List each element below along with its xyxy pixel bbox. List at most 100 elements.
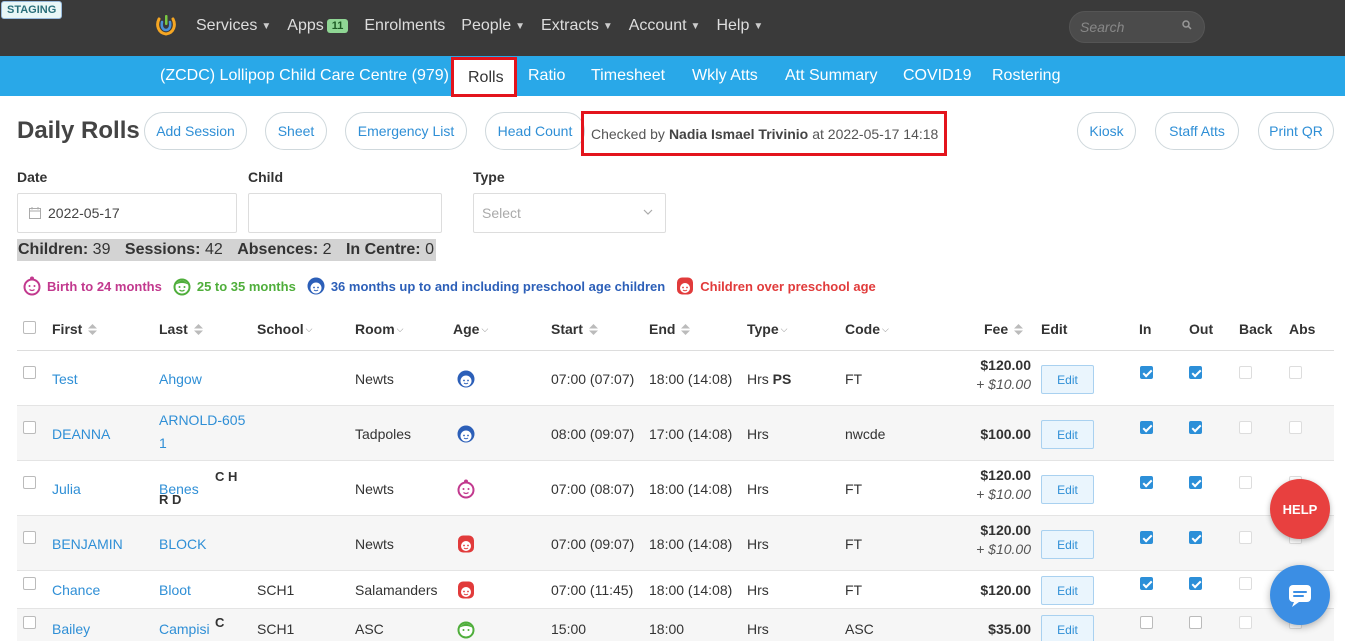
menu-help[interactable]: Help ▼: [716, 17, 763, 35]
row-select-checkbox[interactable]: [23, 531, 36, 544]
col-end[interactable]: End: [649, 321, 691, 337]
child-first-name[interactable]: Julia: [52, 481, 81, 497]
row-select-checkbox[interactable]: [23, 577, 36, 590]
tab-timesheet[interactable]: Timesheet: [591, 67, 665, 85]
in-checkbox[interactable]: [1140, 616, 1153, 629]
in-checkbox[interactable]: [1140, 476, 1153, 489]
out-checkbox[interactable]: [1189, 366, 1202, 379]
child-last-name-cont[interactable]: 1: [159, 435, 167, 451]
child-first-name[interactable]: DEANNA: [52, 426, 110, 442]
tab-ratio[interactable]: Ratio: [528, 67, 565, 85]
kiosk-button[interactable]: Kiosk: [1077, 112, 1136, 150]
out-checkbox[interactable]: [1189, 476, 1202, 489]
row-select-checkbox[interactable]: [23, 421, 36, 434]
child-first-name[interactable]: Test: [52, 371, 78, 387]
emergency-list-button[interactable]: Emergency List: [345, 112, 467, 150]
app-logo-icon[interactable]: [155, 13, 177, 37]
edit-session-button[interactable]: Edit: [1041, 420, 1094, 449]
out-checkbox[interactable]: [1189, 421, 1202, 434]
row-select-checkbox[interactable]: [23, 616, 36, 629]
edit-session-button[interactable]: Edit: [1041, 475, 1094, 504]
table-row: DEANNA ARNOLD-605 1 Tadpoles 08:00 (09:0…: [17, 406, 1334, 461]
end-time: 18:00 (14:08): [649, 371, 733, 387]
date-field[interactable]: 2022-05-17: [17, 193, 237, 233]
child-first-name[interactable]: Bailey: [52, 621, 90, 637]
edit-session-button[interactable]: Edit: [1041, 615, 1094, 641]
session-fee: $120.00 + $10.00: [976, 357, 1031, 392]
in-checkbox[interactable]: [1140, 366, 1153, 379]
search-icon[interactable]: [1182, 20, 1192, 30]
in-checkbox[interactable]: [1140, 421, 1153, 434]
child-last-name[interactable]: ARNOLD-605: [159, 412, 245, 428]
tab-covid19[interactable]: COVID19: [903, 67, 971, 85]
child-input[interactable]: [248, 193, 442, 233]
menu-enrolments[interactable]: Enrolments: [364, 17, 445, 35]
help-button[interactable]: HELP: [1270, 479, 1330, 539]
child-flags: C H: [215, 469, 238, 484]
back-checkbox[interactable]: [1239, 366, 1252, 379]
col-first[interactable]: First: [52, 321, 98, 337]
session-code: FT: [845, 536, 863, 552]
staff-atts-button[interactable]: Staff Atts: [1155, 112, 1239, 150]
col-start[interactable]: Start: [551, 321, 598, 337]
back-checkbox[interactable]: [1239, 476, 1252, 489]
row-select-checkbox[interactable]: [23, 476, 36, 489]
edit-session-button[interactable]: Edit: [1041, 530, 1094, 559]
select-all-checkbox[interactable]: [23, 321, 36, 334]
sheet-button[interactable]: Sheet: [265, 112, 327, 150]
child-last-name[interactable]: Ahgow: [159, 371, 202, 387]
top-navbar: STAGING Services ▼ Apps 11 Enrolments Peop…: [0, 0, 1345, 56]
session-type: Hrs: [747, 621, 769, 637]
child-last-name[interactable]: Campisi: [159, 621, 210, 637]
back-checkbox[interactable]: [1239, 531, 1252, 544]
menu-services[interactable]: Services ▼: [196, 17, 271, 35]
tab-rolls[interactable]: Rolls: [451, 57, 517, 97]
menu-extracts[interactable]: Extracts ▼: [541, 17, 613, 35]
edit-session-button[interactable]: Edit: [1041, 576, 1094, 605]
tab-rostering[interactable]: Rostering: [992, 67, 1060, 85]
table-row: Bailey Campisi C SCH1 ASC 15:00 18:00 Hr…: [17, 609, 1334, 641]
child-last-name[interactable]: BLOCK: [159, 536, 206, 552]
col-type[interactable]: Type ⌵: [747, 321, 787, 337]
absent-checkbox[interactable]: [1289, 366, 1302, 379]
print-qr-button[interactable]: Print QR: [1258, 112, 1334, 150]
table-row: Test Ahgow Newts 07:00 (07:07) 18:00 (14…: [17, 351, 1334, 406]
in-checkbox[interactable]: [1140, 577, 1153, 590]
child-school: SCH1: [257, 582, 295, 598]
child-first-name[interactable]: BENJAMIN: [52, 536, 123, 552]
head-count-button[interactable]: Head Count: [485, 112, 585, 150]
centre-name[interactable]: (ZCDC) Lollipop Child Care Centre (979): [160, 67, 449, 85]
col-room[interactable]: Room ⌵: [355, 321, 404, 337]
menu-people[interactable]: People ▼: [461, 17, 525, 35]
back-checkbox[interactable]: [1239, 421, 1252, 434]
back-checkbox[interactable]: [1239, 616, 1252, 629]
col-last[interactable]: Last: [159, 321, 203, 337]
col-back: Back: [1239, 321, 1273, 337]
session-code: ASC: [845, 621, 874, 637]
col-fee[interactable]: Fee: [984, 321, 1024, 337]
col-age[interactable]: Age ⌵: [453, 321, 488, 337]
out-checkbox[interactable]: [1189, 616, 1202, 629]
chevron-down-icon: [643, 209, 653, 215]
col-school[interactable]: School ⌵: [257, 321, 313, 337]
row-select-checkbox[interactable]: [23, 366, 36, 379]
child-first-name[interactable]: Chance: [52, 582, 100, 598]
search-input[interactable]: [1080, 19, 1180, 35]
menu-apps[interactable]: Apps 11: [287, 17, 349, 35]
col-code[interactable]: Code ⌵: [845, 321, 889, 337]
menu-account[interactable]: Account ▼: [629, 17, 701, 35]
in-checkbox[interactable]: [1140, 531, 1153, 544]
chat-button[interactable]: [1270, 565, 1330, 625]
out-checkbox[interactable]: [1189, 577, 1202, 590]
add-session-button[interactable]: Add Session: [144, 112, 247, 150]
age-legend: Birth to 24 months 25 to 35 months 36 mo…: [22, 276, 886, 296]
type-select[interactable]: Select: [473, 193, 666, 233]
out-checkbox[interactable]: [1189, 531, 1202, 544]
child-last-name[interactable]: Bloot: [159, 582, 191, 598]
back-checkbox[interactable]: [1239, 577, 1252, 590]
absent-checkbox[interactable]: [1289, 421, 1302, 434]
tab-att-summary[interactable]: Att Summary: [785, 67, 877, 85]
tab-wkly-atts[interactable]: Wkly Atts: [692, 67, 758, 85]
child-school: SCH1: [257, 621, 295, 637]
edit-session-button[interactable]: Edit: [1041, 365, 1094, 394]
